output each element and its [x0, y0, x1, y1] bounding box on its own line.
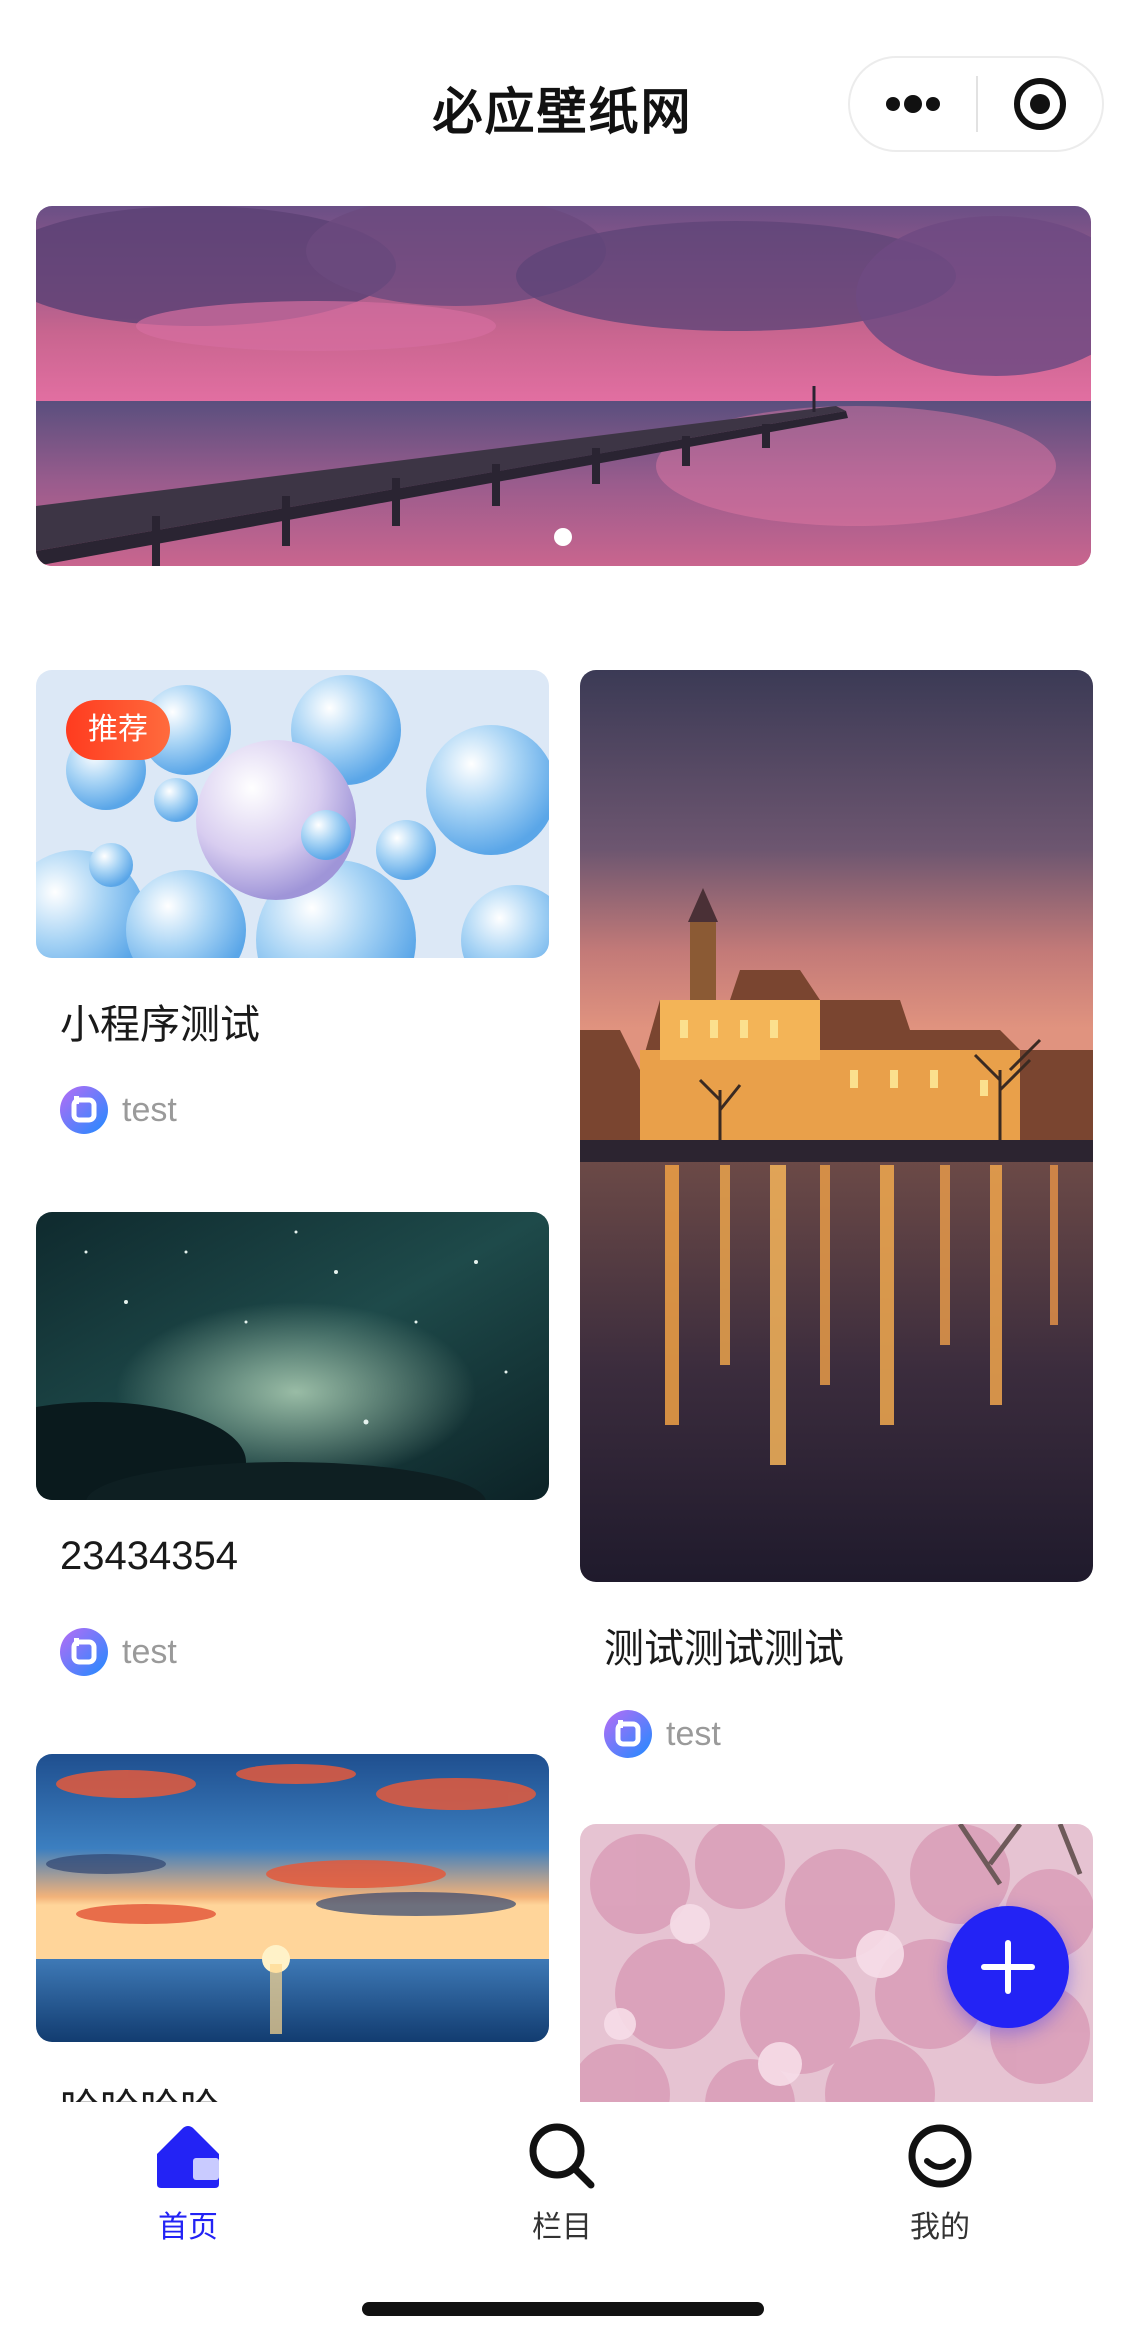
author-avatar-icon [60, 1628, 108, 1676]
card-title: 小程序测试 [60, 1003, 260, 1047]
sunset-sea-image [36, 1754, 549, 2042]
tab-category[interactable]: 栏目 [462, 2120, 662, 2246]
card-title: 23434354 [60, 1534, 238, 1578]
carousel-indicator-dot[interactable] [554, 528, 572, 546]
wallpaper-card[interactable]: 推荐 小程序测试 test [36, 670, 549, 1170]
card-image [580, 670, 1093, 1582]
card-image [36, 1754, 549, 2042]
author-name: test [122, 1632, 177, 1671]
author-name: test [666, 1714, 721, 1753]
home-indicator[interactable] [362, 2302, 764, 2316]
close-miniprogram-button[interactable] [978, 56, 1102, 152]
search-icon [529, 2123, 595, 2189]
wallpaper-card[interactable]: 23434354 test [36, 1212, 549, 1712]
more-button[interactable] [850, 56, 976, 152]
page: 必应壁纸网 推荐 小程序测试 test 测试测试测试 test 23434354… [0, 0, 1125, 2342]
wallpaper-card[interactable]: 测试测试测试 test [580, 670, 1093, 1770]
tab-label: 我的 [910, 2211, 970, 2244]
author-avatar-icon [604, 1710, 652, 1758]
author-name: test [122, 1090, 177, 1129]
banner-image-pier-sunset [36, 206, 1091, 566]
card-author: test [60, 1628, 177, 1676]
card-image [36, 1212, 549, 1500]
card-author: test [60, 1086, 177, 1134]
card-author: test [604, 1710, 721, 1758]
tab-label: 首页 [158, 2211, 218, 2244]
tab-home[interactable]: 首页 [88, 2120, 288, 2246]
home-icon [157, 2126, 219, 2188]
target-icon [1013, 78, 1066, 130]
add-wallpaper-button[interactable] [947, 1906, 1069, 2028]
tab-mine[interactable]: 我的 [840, 2120, 1040, 2246]
author-avatar-icon [60, 1086, 108, 1134]
wallpaper-card[interactable]: 哈哈哈哈 [36, 1754, 549, 2154]
more-dots-icon [886, 95, 940, 113]
miniprogram-capsule [848, 56, 1104, 152]
tab-label: 栏目 [532, 2211, 592, 2244]
card-image: 推荐 [36, 670, 549, 958]
banner-carousel[interactable] [36, 206, 1091, 566]
night-sky-image [36, 1212, 549, 1500]
smile-icon [908, 2124, 972, 2188]
castle-night-image [580, 670, 1093, 1582]
card-title: 测试测试测试 [604, 1627, 844, 1671]
plus-icon [981, 1940, 1035, 1994]
navigation-bar: 必应壁纸网 [0, 0, 1125, 200]
recommended-badge: 推荐 [66, 700, 170, 760]
